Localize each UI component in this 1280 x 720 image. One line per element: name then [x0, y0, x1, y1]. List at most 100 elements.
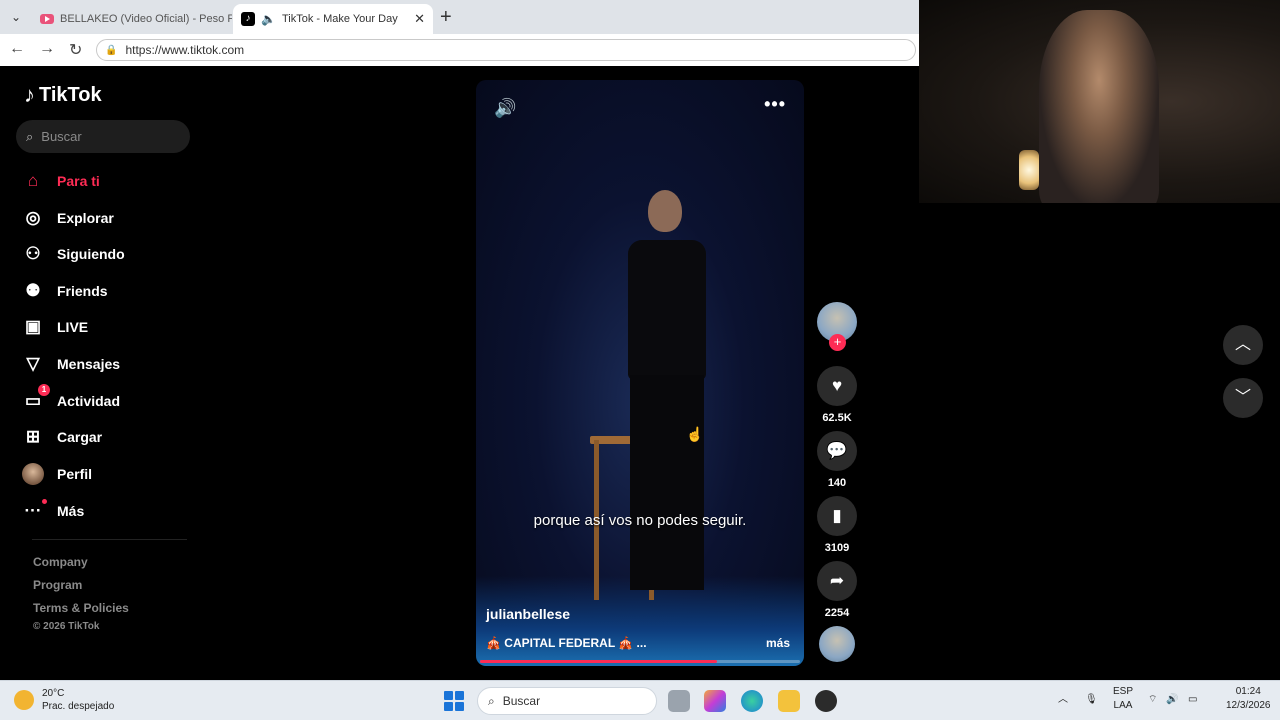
video-author[interactable]: julianbellese: [486, 606, 570, 622]
follow-plus-icon[interactable]: +: [829, 334, 846, 351]
forward-button[interactable]: →: [39, 40, 55, 58]
sidebar-item-actividad[interactable]: ▭ 1 Actividad: [22, 384, 121, 412]
performer-torso: [628, 240, 706, 380]
sidebar-item-label: Actividad: [57, 393, 121, 409]
tiktok-logo[interactable]: ♪ TikTok: [24, 82, 102, 108]
sidebar-item-friends[interactable]: ⚉ Friends: [22, 280, 107, 302]
music-disc-avatar[interactable]: [819, 626, 855, 662]
sidebar-item-label: Cargar: [57, 429, 103, 445]
footer-link-program[interactable]: Program: [33, 578, 82, 592]
webcam-person: [1039, 10, 1159, 203]
sidebar-item-label: Siguiendo: [57, 246, 125, 262]
microphone-icon[interactable]: 🎙: [1085, 693, 1098, 707]
new-tab-button[interactable]: +: [440, 6, 452, 29]
search-placeholder: Buscar: [41, 129, 82, 144]
file-explorer-icon[interactable]: [778, 690, 800, 712]
logo-text: TikTok: [39, 83, 102, 106]
tab-title: TikTok - Make Your Day: [281, 13, 398, 25]
sidebar-item-para-ti[interactable]: ⌂ Para ti: [22, 170, 100, 192]
sidebar-item-siguiendo[interactable]: ⚇ Siguiendo: [22, 243, 125, 265]
volume-icon[interactable]: 🔊: [1166, 693, 1178, 707]
site-info-icon[interactable]: 🔒: [105, 45, 117, 56]
more-options-icon[interactable]: •••: [764, 94, 786, 115]
sidebar-item-label: LIVE: [57, 319, 89, 335]
youtube-favicon-icon: [40, 14, 54, 24]
language-code: ESP: [1113, 686, 1134, 697]
sidebar-item-label: Más: [57, 503, 85, 519]
reload-button[interactable]: ↻: [69, 40, 82, 60]
clock[interactable]: 01:24 12/3/2026: [1226, 685, 1271, 713]
profile-avatar: [22, 463, 44, 485]
url-text: https://www.tiktok.com: [125, 43, 245, 57]
tab-tiktok[interactable]: ♪ 🔈 TikTok - Make Your Day ✕: [233, 4, 433, 34]
tab-title: BELLAKEO (Video Oficial) - Peso Pl: [60, 13, 232, 25]
home-icon: ⌂: [27, 171, 39, 190]
video-description: 🎪 CAPITAL FEDERAL 🎪 ...: [486, 636, 647, 650]
edge-browser-icon[interactable]: [741, 690, 763, 712]
footer-link-terms[interactable]: Terms & Policies: [33, 601, 129, 615]
friends-icon: ⚉: [25, 281, 41, 300]
volume-icon[interactable]: 🔊: [494, 98, 516, 119]
sidebar-item-label: Para ti: [57, 173, 100, 189]
footer-link-company[interactable]: Company: [33, 555, 88, 569]
copyright-text: © 2026 TikTok: [33, 621, 100, 632]
weather-desc: Prac. despejado: [42, 701, 115, 712]
weather-widget[interactable]: 20°C Prac. despejado: [14, 687, 114, 713]
sidebar-item-mensajes[interactable]: ▽ Mensajes: [22, 353, 120, 375]
like-button[interactable]: ♥ 62.5K: [817, 366, 857, 424]
notification-badge: 1: [38, 384, 50, 396]
address-bar-row: ← → ↻ 🔒 https://www.tiktok.com: [0, 34, 920, 66]
taskbar-search[interactable]: ⌕ Buscar: [477, 687, 657, 715]
sidebar-item-perfil[interactable]: Perfil: [22, 463, 92, 485]
webcam-lamp: [1019, 150, 1039, 190]
sidebar-item-live[interactable]: ▣ LIVE: [22, 316, 88, 338]
hand-cursor-icon: ☝: [686, 426, 704, 442]
sidebar-item-explorar[interactable]: ◎ Explorar: [22, 207, 114, 229]
keyboard-layout: LAA: [1113, 700, 1133, 711]
task-view-icon[interactable]: [668, 690, 690, 712]
url-field[interactable]: 🔒 https://www.tiktok.com: [96, 39, 916, 61]
obs-icon[interactable]: [815, 690, 837, 712]
performer-legs: [630, 375, 704, 590]
following-icon: ⚇: [25, 244, 41, 263]
more-description-link[interactable]: más: [766, 636, 790, 650]
tab-youtube[interactable]: BELLAKEO (Video Oficial) - Peso Pl ✕: [32, 4, 232, 34]
share-button[interactable]: ➦ 2254: [817, 561, 857, 619]
speaker-icon[interactable]: 🔈: [261, 12, 276, 26]
close-tab-icon[interactable]: ✕: [414, 11, 425, 27]
taskbar-search-placeholder: Buscar: [502, 694, 541, 708]
video-progress-bar[interactable]: [480, 660, 800, 663]
clock-time: 01:24: [1235, 686, 1261, 697]
battery-icon[interactable]: ▭: [1188, 693, 1197, 707]
save-button[interactable]: ▮ 3109: [817, 496, 857, 554]
webcam-overlay: [919, 0, 1280, 203]
notification-dot: [42, 499, 47, 504]
previous-video-chevron-up-icon[interactable]: ︿: [1223, 325, 1263, 365]
tray-overflow-icon[interactable]: ︿: [1058, 693, 1068, 707]
comment-button[interactable]: 💬 140: [817, 431, 857, 489]
video-player[interactable]: 🔊 ••• porque así vos no podes seguir. ju…: [476, 80, 804, 666]
share-icon: ➦: [817, 561, 857, 601]
wifi-icon[interactable]: ⌔: [1148, 693, 1157, 707]
performer-figure: [608, 190, 718, 610]
language-indicator[interactable]: ESP LAA: [1113, 685, 1133, 713]
tab-list-chevron-icon[interactable]: ⌄: [6, 7, 26, 27]
sidebar-item-mas[interactable]: ··· Más: [22, 499, 85, 522]
search-input[interactable]: ⌕ Buscar: [16, 120, 190, 153]
copilot-icon[interactable]: [704, 690, 726, 712]
windows-start-icon[interactable]: [444, 691, 464, 711]
video-progress-fill: [480, 660, 717, 663]
back-button[interactable]: ←: [9, 40, 25, 58]
comment-icon: 💬: [817, 431, 857, 471]
tiktok-favicon-icon: ♪: [241, 12, 255, 26]
send-icon: ▽: [26, 354, 40, 373]
sidebar-item-label: Explorar: [57, 210, 114, 226]
more-icon: ···: [22, 499, 47, 522]
sidebar-item-cargar[interactable]: ⊞ Cargar: [22, 426, 102, 448]
next-video-chevron-down-icon[interactable]: ﹀: [1223, 378, 1263, 418]
comment-count: 140: [827, 477, 847, 489]
activity-icon: ▭ 1: [22, 384, 50, 412]
upload-icon: ⊞: [25, 427, 41, 446]
bookmark-icon: ▮: [817, 496, 857, 536]
like-count: 62.5K: [822, 412, 852, 424]
